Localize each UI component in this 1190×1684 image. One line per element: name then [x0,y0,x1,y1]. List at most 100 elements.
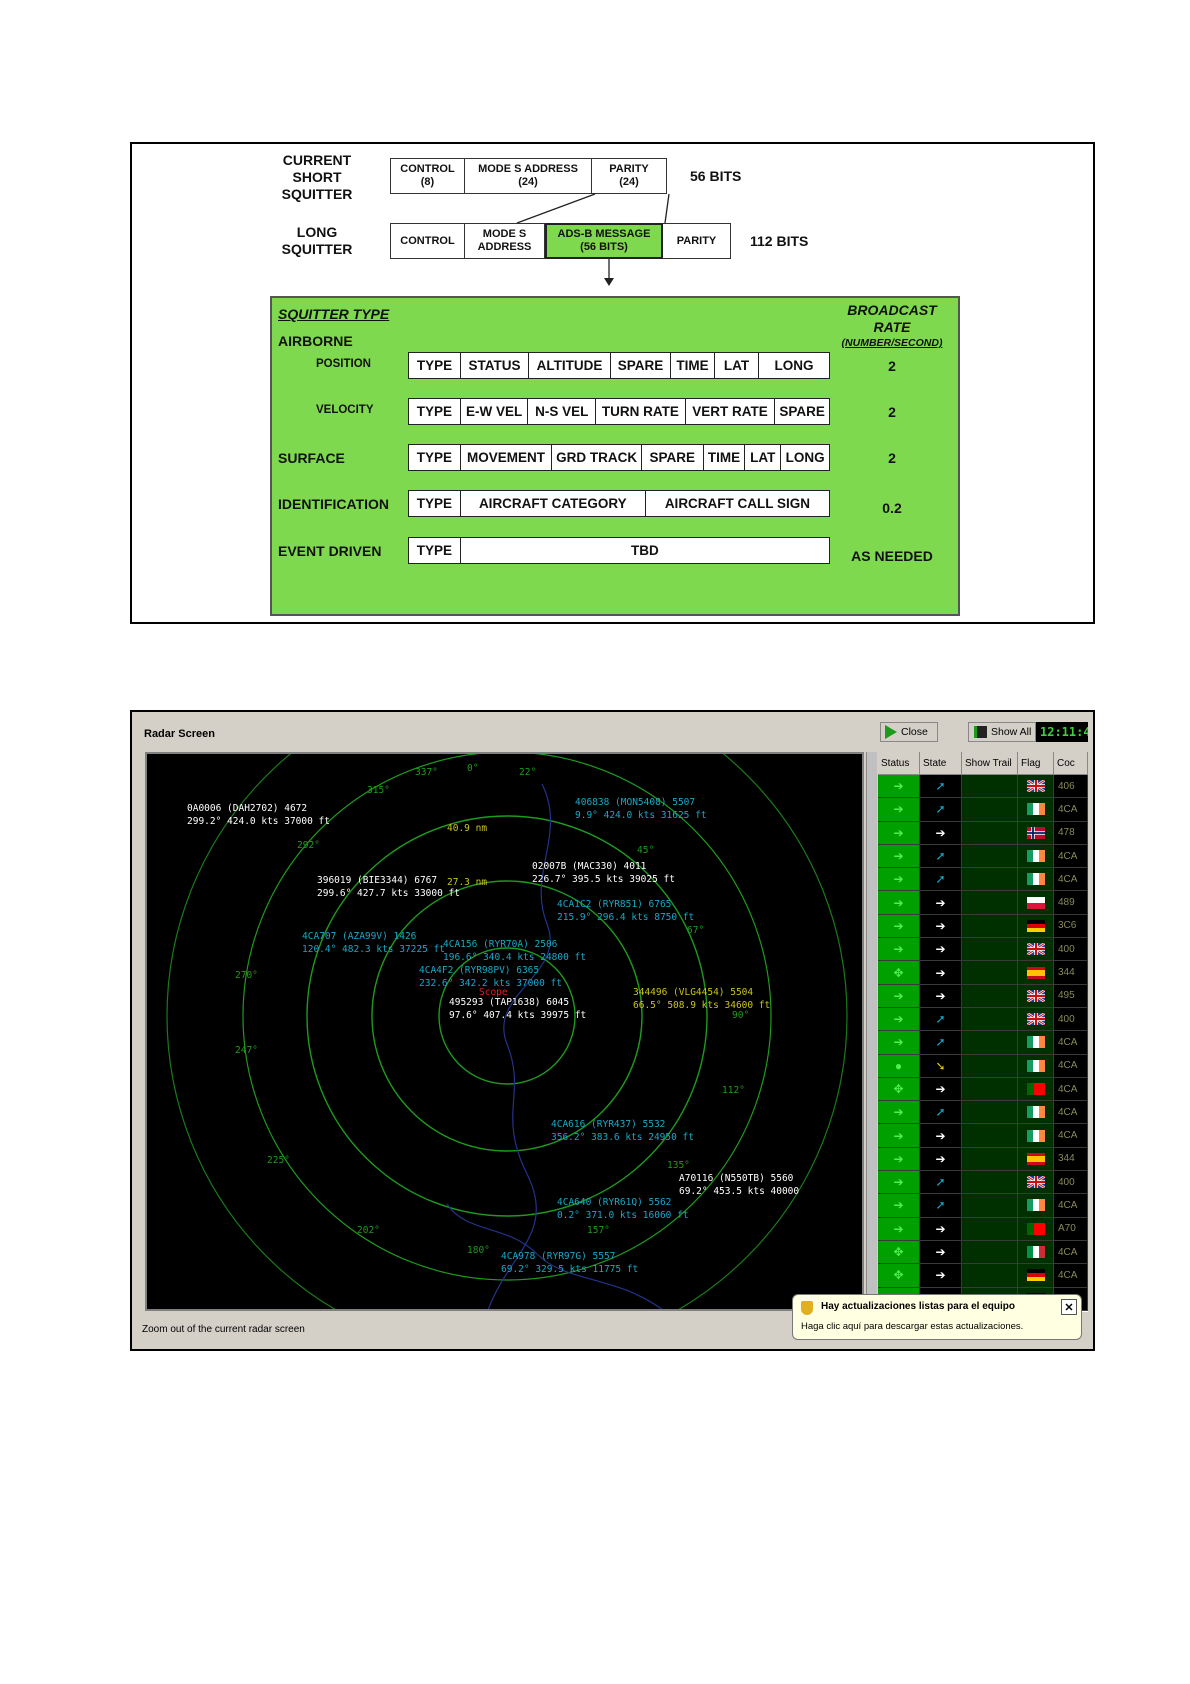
show-all-label: Show All [991,726,1032,738]
show-all-button[interactable]: Show All [968,722,1036,742]
status-icon: ➔ [878,1124,920,1148]
show-trail-cell[interactable] [962,1194,1018,1218]
show-trail-cell[interactable] [962,1147,1018,1172]
long-field-mode-s-address: MODE S ADDRESS [465,223,545,259]
aircraft-label[interactable]: 4CA707 (AZA99V) 1426 120.4° 482.3 kts 372… [302,930,445,956]
aircraft-label[interactable]: 406838 (MON5408) 5507 9.9° 424.0 kts 3162… [575,796,707,822]
show-trail-cell[interactable] [962,914,1018,939]
show-trail-cell[interactable] [962,891,1018,915]
event-driven-row: TYPE TBD [408,537,830,564]
show-trail-cell[interactable] [962,798,1018,822]
flag-icon [1018,1101,1054,1125]
grid-row[interactable]: ➔ ➔ 495 [878,984,1088,1008]
grid-row[interactable]: ➔ ➔ A70 [878,1217,1088,1241]
column-header-state[interactable]: State [920,752,962,774]
grid-row[interactable]: ➔ ➚ 4CA [878,1101,1088,1125]
radar-rings [166,754,848,1309]
grid-row[interactable]: ➔ ➔ 344 [878,1147,1088,1172]
code-cell: 4CA [1054,1240,1088,1265]
row-label-event-driven: EVENT DRIVEN [278,543,382,559]
status-icon: ➔ [878,798,920,822]
flag-icon [1018,1054,1054,1078]
aircraft-label[interactable]: 0A0006 (DAH2702) 4672 299.2° 424.0 kts 37… [187,802,330,828]
show-trail-cell[interactable] [962,1217,1018,1241]
aircraft-label[interactable]: 4CA640 (RYR61Q) 5562 0.2° 371.0 kts 16060… [557,1196,689,1222]
play-icon [885,725,897,739]
close-icon[interactable]: ✕ [1061,1299,1077,1315]
grid-row[interactable]: ✥ ➔ 4CA [878,1077,1088,1102]
show-trail-cell[interactable] [962,821,1018,845]
status-icon: ➔ [878,914,920,939]
grid-row[interactable]: ➔ ➚ 400 [878,1171,1088,1195]
show-trail-cell[interactable] [962,938,1018,962]
flag-icon [1018,868,1054,892]
status-icon: ➔ [878,1194,920,1218]
grid-row[interactable]: ➔ ➔ 400 [878,938,1088,962]
show-trail-cell[interactable] [962,1077,1018,1102]
grid-row[interactable]: ➔ ➔ 489 [878,891,1088,915]
status-icon: ➔ [878,868,920,892]
aircraft-label[interactable]: A70116 (N550TB) 5560 69.2° 453.5 kts 4000… [679,1172,799,1198]
flag-icon [1018,1077,1054,1102]
radar-display[interactable]: 40.9 nm 27.3 nm 0° 22° 45° 67° 337° 315°… [145,752,864,1311]
grid-row[interactable]: ➔ ➚ 4CA [878,1194,1088,1218]
grid-row[interactable]: ➔ ➚ 4CA [878,1031,1088,1055]
grid-row[interactable]: ✥ ➔ 4CA [878,1240,1088,1265]
column-header-code[interactable]: Coc [1054,752,1088,774]
cell: TYPE [409,353,461,378]
cell: ALTITUDE [529,353,611,378]
rate-identification: 0.2 [882,500,902,516]
flag-icon [1018,1031,1054,1055]
cell: LAT [745,445,782,470]
show-trail-cell[interactable] [962,844,1018,869]
grid-row[interactable]: ✥ ➔ 4CA [878,1264,1088,1288]
show-trail-cell[interactable] [962,1124,1018,1148]
column-header-flag[interactable]: Flag [1018,752,1054,774]
bearing-label: 67° [687,925,705,936]
aircraft-label[interactable]: 4CA616 (RYR437) 5532 356.2° 383.6 kts 249… [551,1118,694,1144]
aircraft-label[interactable]: 495293 (TAP1638) 6045 97.6° 407.4 kts 399… [449,996,586,1022]
code-cell: 4CA [1054,1031,1088,1055]
state-icon: ➔ [920,938,962,962]
show-trail-cell[interactable] [962,1240,1018,1265]
aircraft-label[interactable]: 4CA1C2 (RYR851) 6765 215.9° 296.4 kts 875… [557,898,694,924]
grid-row[interactable]: ➔ ➚ 4CA [878,844,1088,869]
show-trail-cell[interactable] [962,1264,1018,1288]
radar-scrollbar[interactable] [866,752,877,1312]
show-trail-cell[interactable] [962,1007,1018,1032]
status-icon: ● [878,1054,920,1078]
grid-row[interactable]: ➔ ➚ 400 [878,1007,1088,1032]
cell: TIME [671,353,715,378]
grid-row[interactable]: ➔ ➚ 406 [878,775,1088,799]
aircraft-label[interactable]: 344496 (VLG4454) 5504 66.5° 508.9 kts 346… [633,986,770,1012]
show-trail-cell[interactable] [962,1031,1018,1055]
grid-row[interactable]: ➔ ➔ 4CA [878,1124,1088,1148]
show-trail-cell[interactable] [962,775,1018,799]
state-icon: ➚ [920,844,962,869]
aircraft-label[interactable]: 4CA156 (RYR70A) 2506 196.6° 340.4 kts 248… [443,938,586,964]
grid-row[interactable]: ➔ ➔ 478 [878,821,1088,845]
aircraft-label[interactable]: 02007B (MAC330) 4011 226.7° 395.5 kts 390… [532,860,675,886]
close-button[interactable]: Close [880,722,938,742]
cell: TBD [631,543,659,558]
window-title: Radar Screen [144,728,215,740]
show-trail-cell[interactable] [962,961,1018,985]
show-trail-cell[interactable] [962,1171,1018,1195]
update-notification[interactable]: Hay actualizaciones listas para el equip… [792,1294,1082,1340]
aircraft-label[interactable]: 396019 (BIE3344) 6767 299.6° 427.7 kts 33… [317,874,460,900]
flag-icon [1018,984,1054,1008]
show-trail-cell[interactable] [962,868,1018,892]
column-header-show-trail[interactable]: Show Trail [962,752,1018,774]
grid-row[interactable]: ➔ ➚ 4CA [878,798,1088,822]
grid-row[interactable]: ✥ ➔ 344 [878,961,1088,985]
cell: LONG [785,450,825,465]
column-header-status[interactable]: Status [878,752,920,774]
show-trail-cell[interactable] [962,1054,1018,1078]
grid-row[interactable]: ● ➘ 4CA [878,1054,1088,1078]
aircraft-label[interactable]: 4CA978 (RYR97G) 5557 69.2° 329.5 kts 1177… [501,1250,638,1276]
grid-row[interactable]: ➔ ➚ 4CA [878,868,1088,892]
show-trail-cell[interactable] [962,1101,1018,1125]
bearing-label: 135° [667,1160,690,1171]
grid-row[interactable]: ➔➔ 3C6 [878,914,1088,939]
show-trail-cell[interactable] [962,984,1018,1008]
